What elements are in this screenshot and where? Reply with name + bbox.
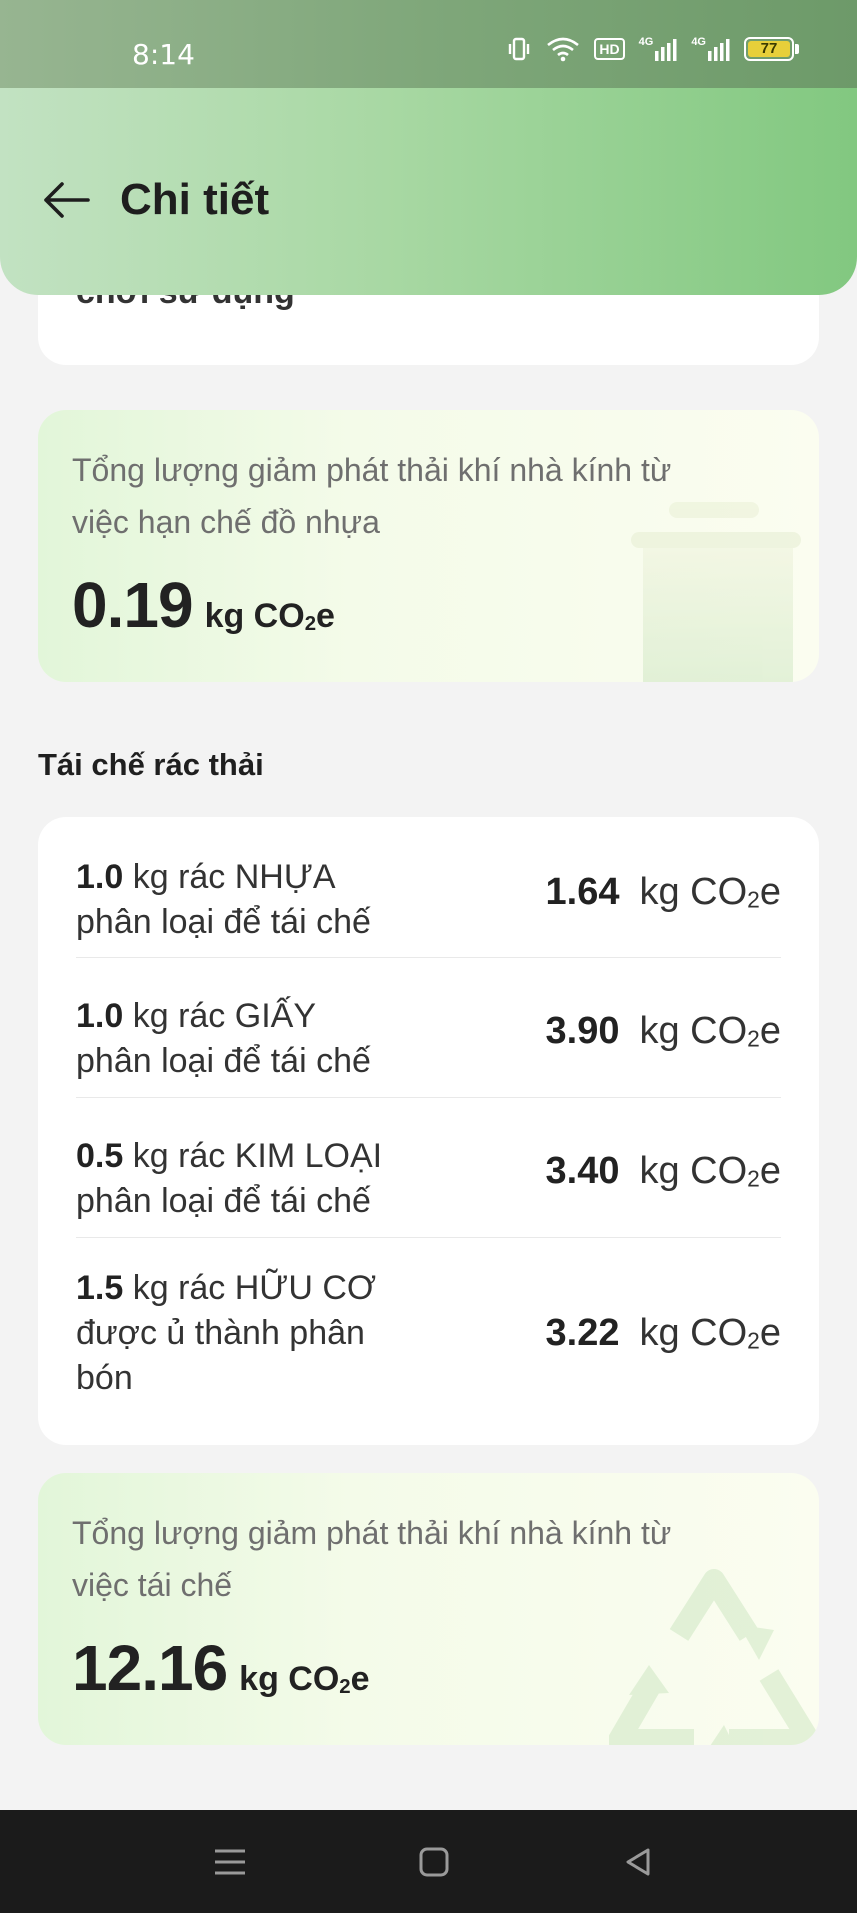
plastic-summary-number: 0.19 (72, 569, 194, 641)
item-value: 3.22 kg CO2e (545, 1312, 782, 1354)
recycle-reduction-summary: Tổng lượng giảm phát thải khí nhà kính t… (38, 1473, 819, 1745)
recycle-summary-value: 12.16 kg CO2e (72, 1631, 370, 1705)
arrow-left-icon (44, 182, 90, 218)
plastic-summary-value: 0.19 kg CO2e (72, 568, 335, 642)
item-description: 1.0 kg rác NHỰA phân loại để tái chế (76, 858, 371, 941)
plastic-reduction-summary: Tổng lượng giảm phát thải khí nhà kính t… (38, 410, 819, 682)
scroll-content[interactable]: chơi sử dụng Tổng lượng giảm phát thải k… (0, 295, 857, 1810)
home-button[interactable] (414, 1842, 454, 1882)
menu-button[interactable] (210, 1842, 250, 1882)
cup-icon (631, 502, 801, 682)
unit-label: kg CO2e (239, 1660, 370, 1699)
item-value: 1.64 kg CO2e (545, 871, 782, 913)
status-bar: 8:14 HD 4G 4G 77 (0, 0, 857, 88)
recycle-summary-label: Tổng lượng giảm phát thải khí nhà kính t… (72, 1515, 672, 1603)
list-item: 1.0 kg rác NHỰA phân loại để tái chế 1.64… (76, 817, 781, 958)
previous-card: chơi sử dụng (38, 295, 819, 365)
recycle-list: 1.0 kg rác NHỰA phân loại để tái chế 1.64… (38, 817, 819, 1445)
plastic-summary-label: Tổng lượng giảm phát thải khí nhà kính t… (72, 452, 672, 540)
signal-1-icon: 4G (639, 37, 678, 61)
signal-2-icon: 4G (691, 37, 730, 61)
triangle-back-icon (626, 1848, 650, 1876)
unit-label: kg CO2e (204, 597, 335, 636)
item-description: 0.5 kg rác KIM LOẠI phân loại để tái chế (76, 1137, 383, 1220)
back-nav-button[interactable] (618, 1842, 658, 1882)
app-header: 8:14 HD 4G 4G 77 Chi tiết (0, 0, 857, 295)
recycle-summary-number: 12.16 (72, 1632, 228, 1704)
home-square-icon (419, 1847, 449, 1877)
item-value: 3.90 kg CO2e (545, 1010, 782, 1052)
list-item: 1.5 kg rác HỮU CƠ được ủ thành phân bón 3… (76, 1238, 781, 1445)
back-button[interactable] (38, 172, 94, 228)
hd-icon: HD (594, 38, 625, 60)
wifi-icon (547, 37, 580, 62)
list-item: 1.0 kg rác GIẤY phân loại để tái chế 3.90… (76, 958, 781, 1098)
item-description: 1.0 kg rác GIẤY phân loại để tái chế (76, 997, 371, 1080)
menu-icon (215, 1849, 245, 1875)
vibrate-icon (509, 37, 530, 61)
system-nav-bar (0, 1810, 857, 1913)
previous-card-text: chơi sử dụng (76, 295, 295, 312)
status-time: 8:14 (132, 38, 195, 71)
battery-icon: 77 (744, 37, 799, 61)
page-title: Chi tiết (120, 175, 270, 224)
status-icons: HD 4G 4G 77 (506, 36, 799, 62)
recycle-icon (609, 1569, 819, 1745)
item-value: 3.40 kg CO2e (545, 1150, 782, 1192)
list-item: 0.5 kg rác KIM LOẠI phân loại để tái chế … (76, 1098, 781, 1238)
item-description: 1.5 kg rác HỮU CƠ được ủ thành phân bón (76, 1269, 377, 1397)
recycle-section-title: Tái chế rác thải (38, 747, 264, 782)
